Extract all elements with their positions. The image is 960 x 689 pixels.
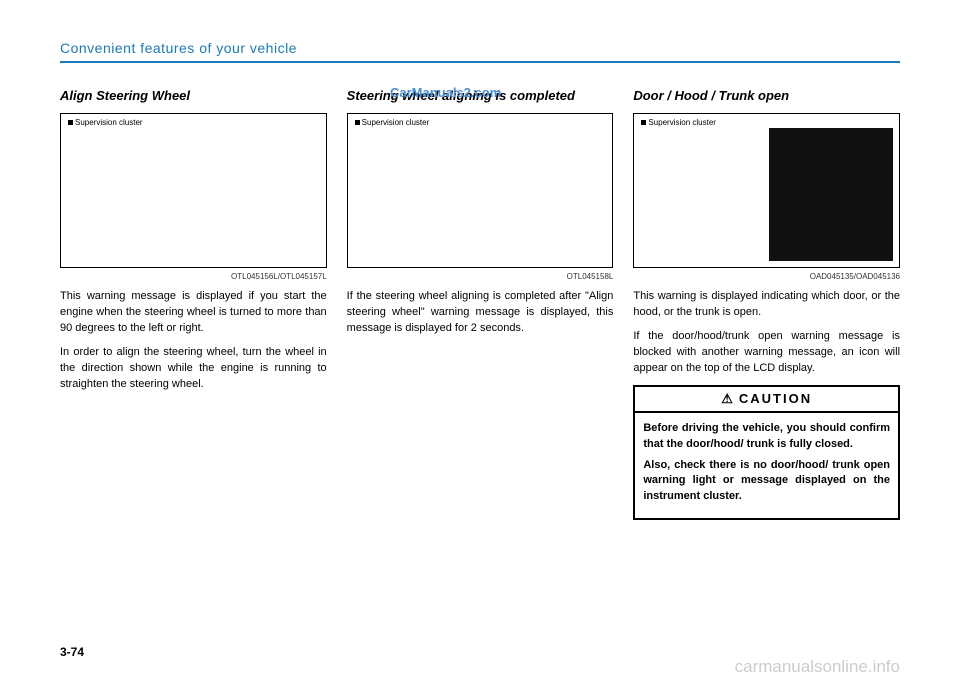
- column-2: Steering wheel aligning is completed Sup…: [347, 88, 614, 520]
- caution-header: ⚠ CAUTION: [635, 387, 898, 414]
- caution-text: Before driving the vehicle, you should c…: [643, 421, 890, 452]
- figure-label-3: Supervision cluster: [638, 118, 895, 127]
- figure-code-1: OTL045156L/OTL045157L: [60, 272, 327, 281]
- fig-label-text-2: Supervision cluster: [362, 118, 430, 127]
- column-1: Align Steering Wheel Supervision cluster…: [60, 88, 327, 520]
- body-text: If the steering wheel aligning is comple…: [347, 289, 614, 337]
- section-title-align: Align Steering Wheel: [60, 88, 327, 105]
- page-number: 3-74: [60, 645, 84, 659]
- content-columns: Align Steering Wheel Supervision cluster…: [60, 88, 900, 520]
- caution-text: Also, check there is no door/hood/ trunk…: [643, 458, 890, 504]
- watermark-bottom: carmanualsonline.info: [735, 657, 900, 677]
- figure-box-2: Supervision cluster: [347, 113, 614, 268]
- square-bullet-icon: [68, 120, 73, 125]
- watermark-top: CarManuals2.com: [390, 85, 501, 100]
- fig-label-text-3: Supervision cluster: [648, 118, 716, 127]
- section-title-door: Door / Hood / Trunk open: [633, 88, 900, 105]
- figure-code-3: OAD045135/OAD045136: [633, 272, 900, 281]
- figure-code-2: OTL045158L: [347, 272, 614, 281]
- column-3: Door / Hood / Trunk open Supervision clu…: [633, 88, 900, 520]
- lcd-display-graphic: [769, 128, 893, 261]
- figure-label-1: Supervision cluster: [65, 118, 322, 127]
- caution-body: Before driving the vehicle, you should c…: [635, 413, 898, 518]
- square-bullet-icon: [355, 120, 360, 125]
- square-bullet-icon: [641, 120, 646, 125]
- fig-label-text-1: Supervision cluster: [75, 118, 143, 127]
- body-text: This warning message is displayed if you…: [60, 289, 327, 337]
- warning-triangle-icon: ⚠: [721, 391, 735, 407]
- caution-title: CAUTION: [739, 391, 812, 406]
- body-text: This warning is displayed indicating whi…: [633, 289, 900, 321]
- header-divider: [60, 61, 900, 63]
- chapter-header: Convenient features of your vehicle: [60, 40, 900, 56]
- caution-box: ⚠ CAUTION Before driving the vehicle, you…: [633, 385, 900, 521]
- body-text: If the door/hood/trunk open warning mess…: [633, 329, 900, 377]
- figure-box-1: Supervision cluster: [60, 113, 327, 268]
- figure-box-3: Supervision cluster: [633, 113, 900, 268]
- figure-label-2: Supervision cluster: [352, 118, 609, 127]
- body-text: In order to align the steering wheel, tu…: [60, 345, 327, 393]
